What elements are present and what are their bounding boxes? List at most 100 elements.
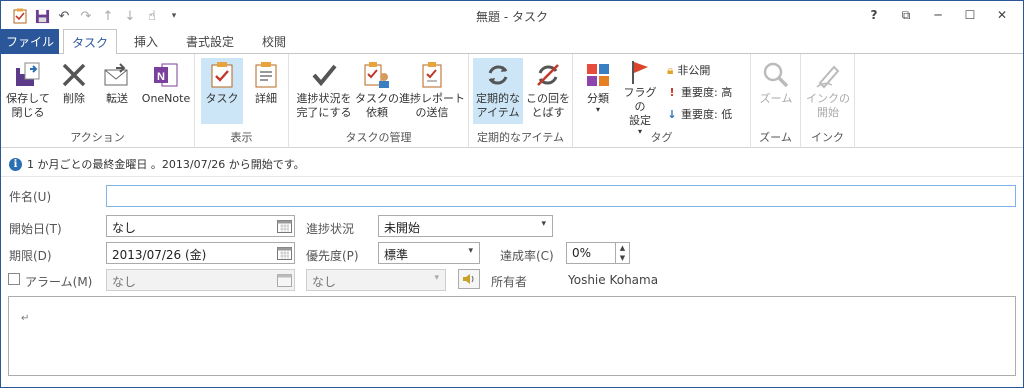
reminder-date-value: なし	[112, 275, 137, 289]
details-icon	[249, 58, 283, 92]
follow-up-button[interactable]: フラグの 設定 ▾	[619, 58, 661, 136]
zoom-label: ズーム	[759, 92, 793, 105]
task-view-button[interactable]: タスク	[201, 58, 243, 124]
calendar-icon[interactable]	[277, 273, 292, 287]
ribbon: 保存して 閉じる 削除 転送 N OneNote アクション タスク 詳細 表示…	[1, 54, 1023, 148]
start-inking-label: インクの 開始	[806, 92, 850, 119]
divider	[1, 176, 1023, 177]
tab-file[interactable]: ファイル	[1, 29, 59, 54]
high-importance-button[interactable]: ! 重要度: 高	[667, 82, 732, 102]
group-manage-task: 進捗状況を 完了にする タスクの 依頼 進捗レポート の送信 タスクの管理	[289, 54, 469, 148]
subject-input[interactable]	[106, 185, 1016, 207]
ribbon-display-icon[interactable]: ⧉	[891, 5, 921, 25]
private-button[interactable]: 🔒︎ 非公開	[667, 60, 710, 80]
forward-icon	[100, 58, 134, 92]
group-show: タスク 詳細 表示	[195, 54, 289, 148]
tab-insert[interactable]: 挿入	[121, 29, 171, 54]
info-bar: i 1 か月ごとの最終金曜日 。2013/07/26 から開始です。	[9, 156, 305, 172]
assign-task-icon	[360, 58, 394, 92]
save-close-label: 保存して 閉じる	[6, 92, 50, 119]
group-tags: 分類 ▾ フラグの 設定 ▾ 🔒︎ 非公開 ! 重要度: 高 ↓ 重要度: 低 …	[573, 54, 751, 148]
mark-complete-label: 進捗状況を 完了にする	[296, 92, 352, 119]
spin-down-icon[interactable]: ▼	[616, 253, 629, 263]
save-close-button[interactable]: 保存して 閉じる	[5, 58, 51, 124]
due-date-label: 期限(D)	[9, 249, 52, 263]
details-button[interactable]: 詳細	[247, 58, 285, 124]
spin-up-icon[interactable]: ▲	[616, 243, 629, 253]
save-close-icon	[11, 58, 45, 92]
group-manage-task-label: タスクの管理	[345, 131, 412, 144]
recurrence-button[interactable]: 定期的な アイテム	[473, 58, 523, 124]
group-ink: インクの 開始 インク	[801, 54, 855, 148]
assign-task-label: タスクの 依頼	[355, 92, 399, 119]
chevron-down-icon: ▾	[434, 273, 439, 283]
details-label: 詳細	[255, 92, 277, 105]
zoom-button[interactable]: ズーム	[755, 58, 797, 124]
reminder-sound-button[interactable]	[458, 269, 480, 289]
categorize-button[interactable]: 分類 ▾	[579, 58, 617, 124]
priority-value: 標準	[384, 248, 409, 262]
skip-occurrence-label: この回を とばす	[526, 92, 570, 119]
low-importance-label: 重要度: 低	[681, 108, 733, 121]
low-importance-icon: ↓	[667, 107, 677, 121]
subject-label: 件名(U)	[9, 190, 52, 204]
calendar-icon[interactable]	[277, 246, 292, 260]
chevron-down-icon: ▾	[468, 246, 473, 256]
speaker-icon	[463, 274, 474, 284]
reminder-time-value: なし	[312, 275, 337, 289]
maximize-icon[interactable]: ☐	[955, 5, 985, 25]
group-zoom: ズーム ズーム	[751, 54, 801, 148]
priority-select[interactable]: 標準 ▾	[378, 242, 480, 264]
paragraph-mark: ↵	[21, 313, 30, 324]
start-date-field[interactable]: なし	[106, 215, 295, 237]
task-body-editor[interactable]: ↵	[8, 296, 1016, 376]
send-status-report-button[interactable]: 進捗レポート の送信	[399, 58, 465, 124]
delete-label: 削除	[63, 92, 85, 105]
start-inking-button[interactable]: インクの 開始	[805, 58, 851, 124]
help-icon[interactable]: ?	[859, 5, 889, 25]
spin-buttons: ▲ ▼	[615, 243, 629, 263]
calendar-icon[interactable]	[277, 219, 292, 233]
task-view-icon	[205, 58, 239, 92]
tab-review[interactable]: 校閲	[251, 29, 297, 54]
reminder-date-field[interactable]: なし	[106, 269, 295, 291]
group-recurrence: 定期的な アイテム この回を とばす 定期的なアイテム	[469, 54, 573, 148]
recurrence-icon	[481, 58, 515, 92]
close-icon[interactable]: ✕	[987, 5, 1017, 25]
priority-label: 優先度(P)	[306, 249, 359, 263]
group-actions: 保存して 閉じる 削除 転送 N OneNote アクション	[1, 54, 195, 148]
due-date-field[interactable]: 2013/07/26 (金)	[106, 242, 295, 264]
send-status-report-label: 進捗レポート の送信	[399, 92, 465, 119]
recurrence-label: 定期的な アイテム	[476, 92, 520, 119]
minimize-icon[interactable]: ─	[923, 5, 953, 25]
onenote-button[interactable]: N OneNote	[139, 58, 193, 124]
percent-complete-stepper[interactable]: 0% ▲ ▼	[566, 242, 630, 264]
high-importance-label: 重要度: 高	[681, 86, 733, 99]
start-date-label: 開始日(T)	[9, 222, 62, 236]
forward-label: 転送	[106, 92, 128, 105]
status-label: 進捗状況	[306, 222, 355, 236]
assign-task-button[interactable]: タスクの 依頼	[355, 58, 399, 124]
status-select[interactable]: 未開始 ▾	[378, 215, 553, 237]
onenote-icon: N	[149, 58, 183, 92]
status-report-icon	[415, 58, 449, 92]
percent-complete-value: 0%	[572, 246, 592, 260]
reminder-checkbox[interactable]	[8, 273, 20, 285]
tab-format[interactable]: 書式設定	[177, 29, 243, 54]
reminder-time-select[interactable]: なし ▾	[306, 269, 446, 291]
skip-occurrence-icon	[531, 58, 565, 92]
categorize-label: 分類	[587, 92, 609, 105]
tab-task[interactable]: タスク	[63, 29, 117, 55]
reminder-label: アラーム(M)	[25, 275, 93, 289]
info-text: 1 か月ごとの最終金曜日 。2013/07/26 から開始です。	[27, 158, 305, 171]
skip-occurrence-button[interactable]: この回を とばす	[525, 58, 571, 124]
low-importance-button[interactable]: ↓ 重要度: 低	[667, 104, 732, 124]
window-controls: ? ⧉ ─ ☐ ✕	[859, 5, 1017, 25]
high-importance-icon: !	[669, 85, 675, 99]
pen-icon	[811, 58, 845, 92]
mark-complete-button[interactable]: 進捗状況を 完了にする	[293, 58, 355, 124]
delete-button[interactable]: 削除	[55, 58, 93, 124]
group-ink-label: インク	[811, 131, 844, 144]
start-date-value: なし	[112, 221, 137, 235]
forward-button[interactable]: 転送	[97, 58, 137, 124]
